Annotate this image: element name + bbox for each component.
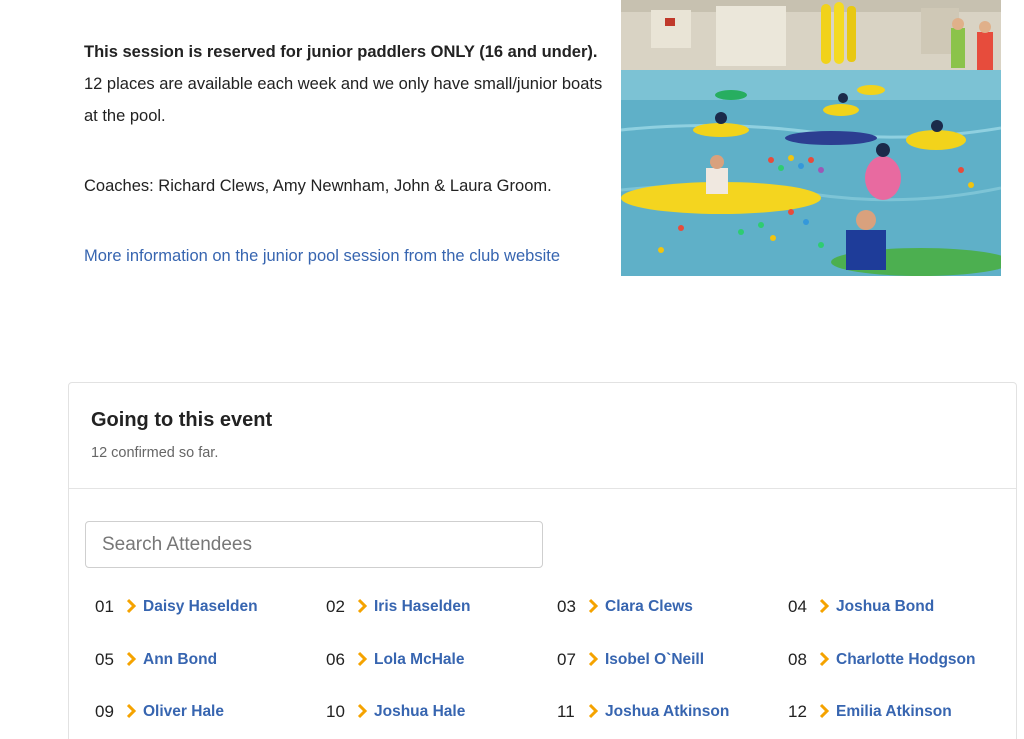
attendee-name-link[interactable]: Clara Clews — [605, 597, 693, 616]
attendee-name-link[interactable]: Daisy Haselden — [143, 597, 258, 616]
attendee-name-link[interactable]: Charlotte Hodgson — [836, 650, 976, 669]
chevron-right-icon — [819, 651, 830, 666]
chevron-right-icon — [357, 651, 368, 666]
attendee-item: 02 Iris Haselden — [326, 597, 557, 650]
attendee-name-link[interactable]: Oliver Hale — [143, 702, 224, 721]
chevron-right-icon — [819, 703, 830, 719]
attendee-number: 12 — [788, 702, 807, 721]
attendee-name-link[interactable]: Ann Bond — [143, 650, 217, 669]
chevron-right-icon — [357, 598, 368, 614]
attendee-number: 01 — [95, 597, 114, 616]
attendee-item: 03 Clara Clews — [557, 597, 788, 650]
search-attendees-input[interactable] — [85, 521, 543, 568]
attendee-item: 09 Oliver Hale — [95, 702, 326, 739]
session-description: This session is reserved for junior padd… — [84, 36, 614, 272]
attendee-item: 01 Daisy Haselden — [95, 597, 326, 650]
attendees-title: Going to this event — [91, 409, 273, 431]
chevron-right-icon — [588, 651, 599, 666]
attendee-name-link[interactable]: Emilia Atkinson — [836, 702, 952, 721]
attendee-item: 06 Lola McHale — [326, 650, 557, 703]
attendee-item: 11 Joshua Atkinson — [557, 702, 788, 739]
attendee-name-link[interactable]: Lola McHale — [374, 650, 464, 669]
coaches-info: Coaches: Richard Clews, Amy Newnham, Joh… — [84, 177, 552, 195]
attendees-panel: Going to this event 12 confirmed so far.… — [68, 382, 1017, 739]
attendee-number: 10 — [326, 702, 345, 721]
attendee-item: 05 Ann Bond — [95, 650, 326, 703]
attendee-number: 08 — [788, 649, 807, 669]
chevron-right-icon — [126, 651, 137, 666]
attendee-item: 04 Joshua Bond — [788, 597, 1015, 650]
attendee-item: 08 Charlotte Hodgson — [788, 650, 1015, 703]
pool-session-photo — [621, 0, 1001, 276]
chevron-right-icon — [357, 703, 368, 719]
chevron-right-icon — [588, 703, 599, 719]
attendee-number: 11 — [557, 702, 575, 721]
attendee-number: 02 — [326, 597, 345, 616]
attendee-number: 06 — [326, 649, 345, 669]
attendee-number: 07 — [557, 649, 576, 669]
attendee-name-link[interactable]: Joshua Hale — [374, 702, 465, 721]
chevron-right-icon — [126, 598, 137, 614]
attendees-header: Going to this event 12 confirmed so far. — [69, 383, 1016, 489]
attendee-number: 03 — [557, 597, 576, 616]
junior-only-notice: This session is reserved for junior padd… — [84, 43, 598, 61]
chevron-right-icon — [588, 598, 599, 614]
attendee-name-link[interactable]: Isobel O`Neill — [605, 650, 704, 669]
attendee-name-link[interactable]: Joshua Bond — [836, 597, 934, 616]
places-info: 12 places are available each week and we… — [84, 75, 603, 125]
attendee-name-link[interactable]: Joshua Atkinson — [605, 702, 729, 721]
attendee-item: 12 Emilia Atkinson — [788, 702, 1015, 739]
attendee-name-link[interactable]: Iris Haselden — [374, 597, 471, 616]
attendee-number: 05 — [95, 649, 114, 669]
chevron-right-icon — [126, 703, 137, 719]
chevron-right-icon — [819, 598, 830, 614]
attendee-number: 09 — [95, 702, 114, 721]
confirmed-count: 12 confirmed so far. — [91, 445, 219, 461]
attendee-item: 07 Isobel O`Neill — [557, 650, 788, 703]
attendee-number: 04 — [788, 597, 807, 616]
more-info-link[interactable]: More information on the junior pool sess… — [84, 240, 560, 272]
attendee-item: 10 Joshua Hale — [326, 702, 557, 739]
attendee-list: 01 Daisy Haselden 02 Iris Haselden 03 Cl… — [95, 597, 1015, 739]
